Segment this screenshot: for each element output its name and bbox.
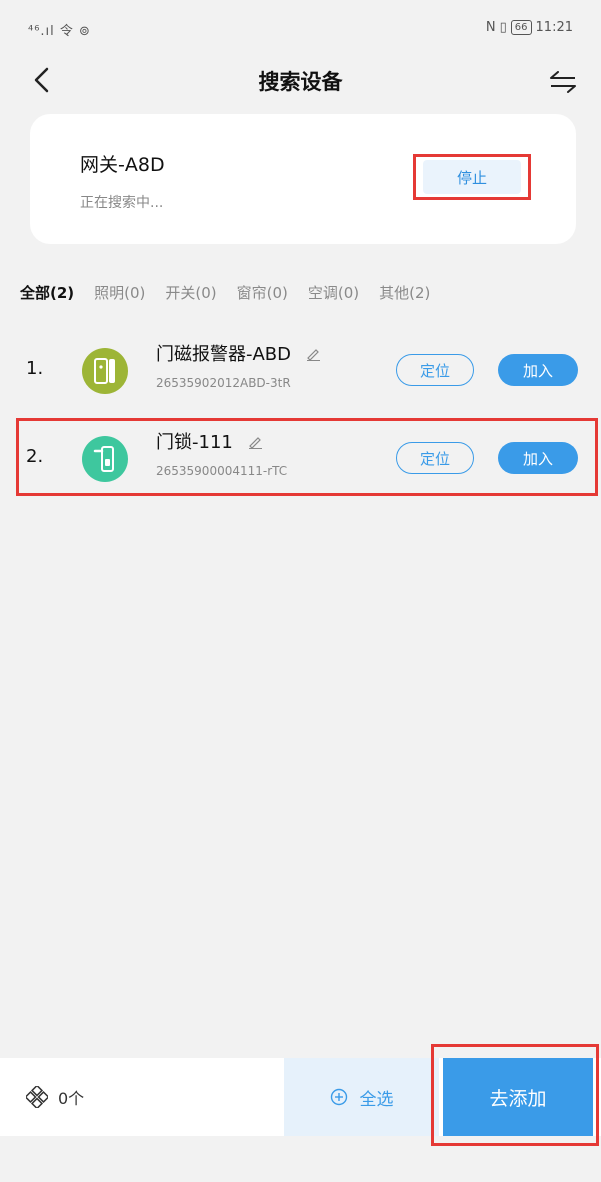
locate-button[interactable]: 定位 bbox=[396, 354, 474, 386]
clock: 11:21 bbox=[535, 20, 573, 35]
select-all-button[interactable]: 全选 bbox=[284, 1058, 439, 1136]
plus-circle-icon bbox=[330, 1088, 347, 1106]
tab-switch[interactable]: 开关(0) bbox=[165, 282, 216, 303]
vibrate-icon: ▯ bbox=[499, 20, 507, 35]
nfc-icon: N bbox=[485, 20, 496, 35]
status-bar: ⁴⁶.ıl 令 ⊚ N ▯ 66 11:21 bbox=[0, 0, 601, 50]
edit-icon[interactable] bbox=[305, 345, 321, 361]
gateway-card: 网关-A8D 正在搜索中... 停止 bbox=[30, 114, 576, 244]
tab-curtain[interactable]: 窗帘(0) bbox=[237, 282, 288, 303]
device-id: 26535902012ABD-3tR bbox=[156, 376, 291, 390]
tab-other[interactable]: 其他(2) bbox=[379, 282, 430, 303]
stop-button-highlight: 停止 bbox=[413, 154, 531, 200]
count-label: 0个 bbox=[58, 1089, 85, 1108]
tab-all[interactable]: 全部(2) bbox=[20, 282, 74, 303]
gateway-status: 正在搜索中... bbox=[80, 195, 164, 211]
battery-icon: 66 bbox=[510, 20, 532, 35]
device-name: 门磁报警器-ABD bbox=[156, 344, 292, 365]
device-name-wrap: 门磁报警器-ABD bbox=[156, 340, 321, 366]
gateway-name: 网关-A8D bbox=[80, 154, 165, 176]
door-sensor-icon bbox=[82, 348, 128, 394]
stop-button[interactable]: 停止 bbox=[423, 160, 521, 194]
tab-aircon[interactable]: 空调(0) bbox=[308, 282, 359, 303]
tab-lighting[interactable]: 照明(0) bbox=[94, 282, 145, 303]
signal-wifi-icons: ⁴⁶.ıl 令 ⊚ bbox=[28, 24, 91, 39]
nav-bar: 搜索设备 bbox=[0, 52, 601, 112]
join-button[interactable]: 加入 bbox=[498, 354, 578, 386]
device-row: 1. 门磁报警器-ABD 26535902012ABD-3tR 定位 加入 bbox=[0, 330, 601, 410]
selected-count: 0个 bbox=[26, 1058, 84, 1136]
swap-icon bbox=[550, 71, 576, 93]
filter-tabs: 全部(2) 照明(0) 开关(0) 窗帘(0) 空调(0) 其他(2) bbox=[20, 282, 430, 303]
switch-button[interactable] bbox=[543, 62, 583, 102]
devices-grid-icon bbox=[26, 1086, 48, 1108]
device-index: 1. bbox=[26, 358, 44, 379]
select-all-label: 全选 bbox=[359, 1089, 394, 1110]
status-right: N ▯ 66 11:21 bbox=[486, 20, 573, 35]
bottom-bar: 0个 全选 去添加 bbox=[0, 1044, 601, 1146]
page-title: 搜索设备 bbox=[258, 70, 343, 94]
add-button-highlight bbox=[431, 1044, 599, 1146]
row-highlight-box bbox=[16, 418, 598, 496]
